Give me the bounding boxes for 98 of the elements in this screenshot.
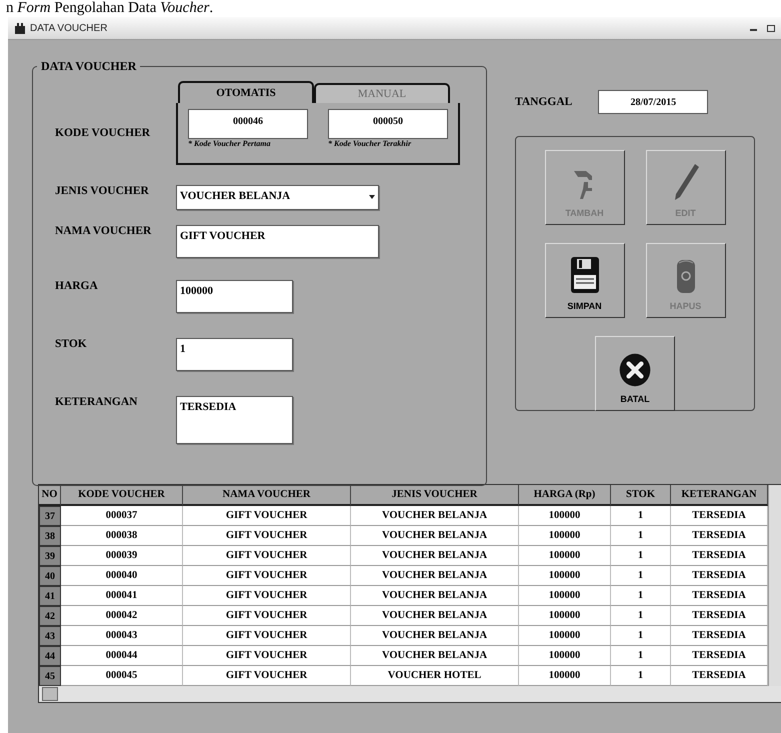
column-header[interactable]: KETERANGAN	[671, 485, 768, 506]
row-number: 45	[39, 666, 61, 686]
table-cell: 1	[611, 626, 671, 646]
app-icon	[14, 22, 26, 34]
column-header[interactable]: HARGA (Rp)	[519, 485, 611, 506]
table-cell: GIFT VOUCHER	[183, 506, 351, 526]
table-cell: 100000	[519, 526, 611, 546]
field-label: TANGGAL	[515, 96, 572, 108]
input-field[interactable]: TERSEDIA	[176, 396, 293, 444]
table-cell: VOUCHER BELANJA	[351, 586, 519, 606]
table-cell: TERSEDIA	[671, 666, 768, 686]
row-number: 41	[39, 586, 61, 606]
table-cell: 1	[611, 526, 671, 546]
table-cell: VOUCHER BELANJA	[351, 546, 519, 566]
table-cell: 100000	[519, 626, 611, 646]
close-icon	[617, 352, 653, 388]
input-field[interactable]: 000046	[188, 109, 308, 139]
table-cell: 1	[611, 586, 671, 606]
table-cell: 000042	[61, 606, 183, 626]
input-field[interactable]: 1	[176, 338, 293, 371]
table-cell: 000044	[61, 646, 183, 666]
row-number: 43	[39, 626, 61, 646]
hint-text: * Kode Voucher Pertama	[188, 139, 272, 148]
input-field[interactable]: 100000	[176, 280, 293, 313]
table-cell: 1	[611, 546, 671, 566]
column-header[interactable]: JENIS VOUCHER	[351, 485, 519, 506]
row-number: 42	[39, 606, 61, 626]
caption-text: n Form Pengolahan Data Voucher.	[5, 0, 214, 17]
table-cell: GIFT VOUCHER	[183, 626, 351, 646]
dropdown[interactable]: VOUCHER BELANJA	[176, 185, 379, 210]
table-cell: 000041	[61, 586, 183, 606]
column-header[interactable]: NAMA VOUCHER	[183, 485, 351, 506]
table-cell: 100000	[519, 546, 611, 566]
table-cell: 100000	[519, 646, 611, 666]
table-cell: TERSEDIA	[671, 626, 768, 646]
table-cell: 000037	[61, 506, 183, 526]
field-label: JENIS VOUCHER	[55, 185, 150, 197]
table-cell: VOUCHER BELANJA	[351, 506, 519, 526]
table-cell: 1	[611, 666, 671, 686]
column-header[interactable]: STOK	[611, 485, 671, 506]
table-cell: TERSEDIA	[671, 506, 768, 526]
table-cell: 1	[611, 646, 671, 666]
field-label: KODE VOUCHER	[55, 127, 152, 139]
table-cell: 100000	[519, 666, 611, 686]
vertical-scrollbar[interactable]	[768, 485, 781, 686]
table-cell: GIFT VOUCHER	[183, 526, 351, 546]
input-field[interactable]: 000050	[328, 109, 448, 139]
table-cell: VOUCHER BELANJA	[351, 646, 519, 666]
table-cell: GIFT VOUCHER	[183, 606, 351, 626]
table-cell: 1	[611, 606, 671, 626]
row-number: 37	[39, 506, 61, 526]
table-cell: VOUCHER BELANJA	[351, 626, 519, 646]
table-cell: TERSEDIA	[671, 566, 768, 586]
table-cell: 1	[611, 566, 671, 586]
table-cell: 100000	[519, 566, 611, 586]
table-cell: TERSEDIA	[671, 526, 768, 546]
table-cell: 100000	[519, 506, 611, 526]
table-cell: 000039	[61, 546, 183, 566]
table-cell: GIFT VOUCHER	[183, 586, 351, 606]
table-cell: VOUCHER BELANJA	[351, 526, 519, 546]
table-cell: 000043	[61, 626, 183, 646]
field-label: KETERANGAN	[55, 396, 138, 408]
table-cell: TERSEDIA	[671, 546, 768, 566]
hint-text: * Kode Voucher Terakhir	[328, 139, 412, 148]
table-cell: TERSEDIA	[671, 586, 768, 606]
save-button[interactable]: SIMPAN	[544, 243, 624, 318]
table-cell: VOUCHER BELANJA	[351, 566, 519, 586]
row-number: 44	[39, 646, 61, 666]
cancel-button[interactable]: BATAL	[595, 336, 675, 411]
row-number: 40	[39, 566, 61, 586]
row-number: 38	[39, 526, 61, 546]
date-field[interactable]: 28/07/2015	[598, 90, 708, 114]
tab[interactable]: OTOMATIS	[178, 81, 314, 103]
column-header[interactable]: KODE VOUCHER	[61, 485, 183, 506]
field-label: NAMA VOUCHER	[55, 225, 152, 237]
column-header[interactable]: NO	[39, 485, 61, 506]
table-cell: TERSEDIA	[671, 606, 768, 626]
table-cell: 000038	[61, 526, 183, 546]
window-title: DATA VOUCHER	[30, 22, 108, 34]
table-cell: 100000	[519, 606, 611, 626]
table-cell: GIFT VOUCHER	[183, 646, 351, 666]
table-cell: GIFT VOUCHER	[183, 666, 351, 686]
table-cell: TERSEDIA	[671, 646, 768, 666]
row-number: 39	[39, 546, 61, 566]
table-cell: 1	[611, 506, 671, 526]
table-cell: 000040	[61, 566, 183, 586]
table-cell: VOUCHER HOTEL	[351, 666, 519, 686]
input-field[interactable]: GIFT VOUCHER	[176, 225, 379, 258]
table-cell: GIFT VOUCHER	[183, 546, 351, 566]
horizontal-scrollbar[interactable]	[39, 686, 781, 702]
dropdown-arrow-icon	[369, 195, 375, 199]
field-label: HARGA	[55, 280, 99, 292]
field-label: STOK	[55, 338, 88, 350]
maximize-icon[interactable]	[767, 24, 775, 32]
table-cell: 000045	[61, 666, 183, 686]
table-cell: VOUCHER BELANJA	[351, 606, 519, 626]
table-cell: 100000	[519, 586, 611, 606]
table-cell: GIFT VOUCHER	[183, 566, 351, 586]
